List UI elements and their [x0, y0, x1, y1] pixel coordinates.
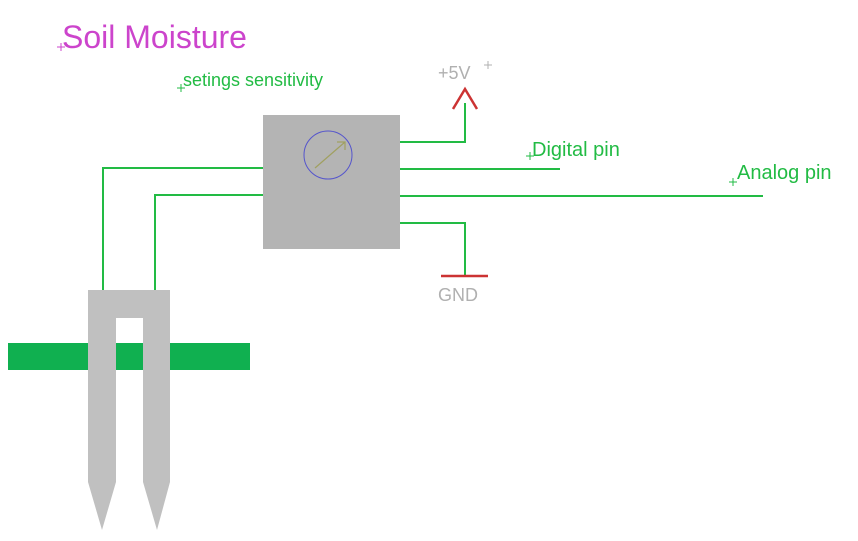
analog-origin-mark: [729, 178, 737, 186]
vcc-label: +5V: [438, 63, 471, 83]
sensor-module: [263, 115, 400, 249]
vcc-origin-mark: [484, 61, 492, 69]
ground-surface-strip: [8, 343, 250, 370]
probe-wires: [102, 167, 263, 290]
analog-pin-label: Analog pin: [737, 162, 832, 184]
diagram-title: Soil Moisture: [62, 19, 247, 55]
soil-moisture-diagram: Soil Moisture setings sensitivity +5V Di…: [8, 19, 832, 530]
digital-pin-label: Digital pin: [532, 139, 620, 161]
sensitivity-label: setings sensitivity: [183, 70, 323, 90]
soil-probe: [88, 290, 170, 530]
gnd-label: GND: [438, 285, 478, 305]
vcc-wire: [400, 103, 466, 143]
gnd-wire: [400, 222, 466, 275]
